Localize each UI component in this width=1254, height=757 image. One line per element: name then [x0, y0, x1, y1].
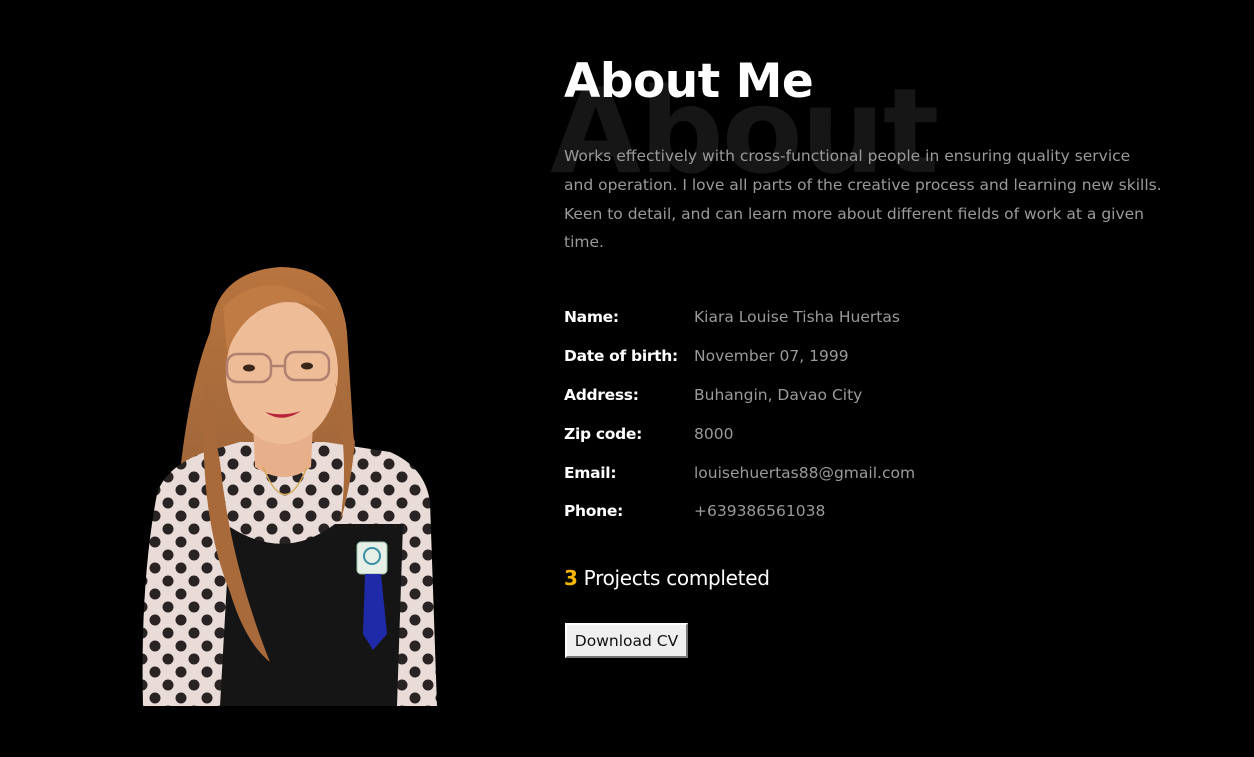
projects-label: Projects completed: [577, 566, 770, 590]
info-label: Date of birth:: [564, 347, 678, 366]
info-label: Phone:: [564, 502, 623, 521]
about-section: About About Me Works effectively with cr…: [0, 0, 1254, 757]
personal-info-list: Name: Kiara Louise Tisha Huertas Date of…: [564, 298, 1124, 531]
download-cv-button[interactable]: Download CV: [565, 623, 688, 658]
info-value: 8000: [694, 424, 734, 443]
info-row-date-of-birth: Date of birth: November 07, 1999: [564, 337, 1124, 376]
info-value: Kiara Louise Tisha Huertas: [694, 308, 900, 327]
info-row-zip-code: Zip code: 8000: [564, 414, 1124, 453]
projects-completed: 3 Projects completed: [564, 566, 770, 590]
projects-count: 3: [564, 566, 578, 590]
info-label: Address:: [564, 385, 639, 404]
bio-text: Works effectively with cross-functional …: [564, 147, 1162, 252]
info-label: Name:: [564, 308, 619, 327]
info-label: Email:: [564, 463, 617, 482]
section-title: About Me: [564, 54, 814, 109]
info-value: +639386561038: [694, 502, 826, 521]
profile-photo: [135, 262, 445, 706]
info-value: louisehuertas88@gmail.com: [694, 463, 916, 482]
info-row-email: Email: louisehuertas88@gmail.com: [564, 453, 1124, 492]
info-value: Buhangin, Davao City: [694, 385, 863, 404]
info-row-phone: Phone: +639386561038: [564, 492, 1124, 531]
info-row-address: Address: Buhangin, Davao City: [564, 376, 1124, 415]
info-value: November 07, 1999: [694, 347, 849, 366]
info-label: Zip code:: [564, 424, 642, 443]
info-row-name: Name: Kiara Louise Tisha Huertas: [564, 298, 1124, 337]
